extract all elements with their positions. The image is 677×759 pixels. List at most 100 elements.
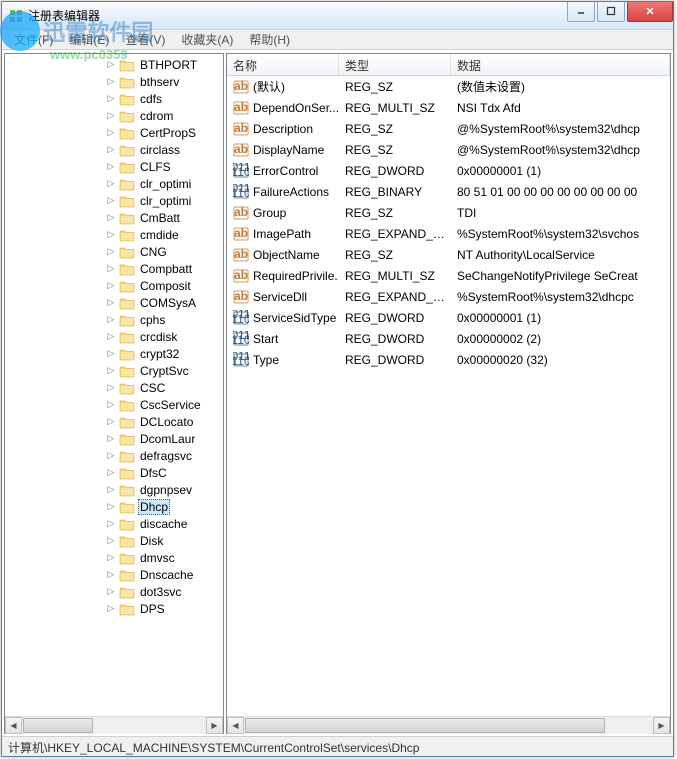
scroll-right-icon[interactable]: ▶ [653, 717, 670, 734]
list-row[interactable]: TypeREG_DWORD0x00000020 (32) [227, 349, 670, 370]
tree-item[interactable]: ▷crcdisk [5, 328, 223, 345]
expander-icon[interactable]: ▷ [105, 518, 117, 530]
column-name[interactable]: 名称 [227, 54, 339, 75]
list-row[interactable]: ServiceSidTypeREG_DWORD0x00000001 (1) [227, 307, 670, 328]
expander-icon[interactable]: ▷ [105, 246, 117, 258]
list-row[interactable]: (默认)REG_SZ(数值未设置) [227, 76, 670, 97]
tree-item[interactable]: ▷DPS [5, 600, 223, 617]
scroll-left-icon[interactable]: ◀ [5, 717, 22, 734]
expander-icon[interactable]: ▷ [105, 569, 117, 581]
list-body[interactable]: (默认)REG_SZ(数值未设置)DependOnSer...REG_MULTI… [227, 76, 670, 716]
tree-item[interactable]: ▷cmdide [5, 226, 223, 243]
close-button[interactable] [627, 2, 673, 22]
tree-item[interactable]: ▷clr_optimi [5, 175, 223, 192]
tree-item[interactable]: ▷CertPropS [5, 124, 223, 141]
expander-icon[interactable]: ▷ [105, 603, 117, 615]
expander-icon[interactable]: ▷ [105, 331, 117, 343]
menu-view[interactable]: 查看(V) [117, 29, 173, 50]
tree-item[interactable]: ▷dot3svc [5, 583, 223, 600]
scroll-thumb[interactable] [245, 718, 605, 733]
titlebar[interactable]: 注册表编辑器 [2, 2, 673, 30]
scroll-thumb[interactable] [23, 718, 93, 733]
tree-item[interactable]: ▷COMSysA [5, 294, 223, 311]
expander-icon[interactable]: ▷ [105, 229, 117, 241]
expander-icon[interactable]: ▷ [105, 161, 117, 173]
tree-item[interactable]: ▷Disk [5, 532, 223, 549]
tree-item[interactable]: ▷cphs [5, 311, 223, 328]
tree-item[interactable]: ▷CscService [5, 396, 223, 413]
tree-item[interactable]: ▷Dnscache [5, 566, 223, 583]
scroll-right-icon[interactable]: ▶ [206, 717, 223, 734]
expander-icon[interactable]: ▷ [105, 195, 117, 207]
expander-icon[interactable]: ▷ [105, 535, 117, 547]
tree-item[interactable]: ▷CLFS [5, 158, 223, 175]
tree-item[interactable]: ▷CNG [5, 243, 223, 260]
expander-icon[interactable]: ▷ [105, 110, 117, 122]
tree-item[interactable]: ▷circlass [5, 141, 223, 158]
tree-item[interactable]: ▷bthserv [5, 73, 223, 90]
tree-item[interactable]: ▷cdfs [5, 90, 223, 107]
list-row[interactable]: RequiredPrivile...REG_MULTI_SZSeChangeNo… [227, 265, 670, 286]
expander-icon[interactable]: ▷ [105, 280, 117, 292]
tree-item[interactable]: ▷CryptSvc [5, 362, 223, 379]
expander-icon[interactable]: ▷ [105, 450, 117, 462]
expander-icon[interactable]: ▷ [105, 399, 117, 411]
list-row[interactable]: StartREG_DWORD0x00000002 (2) [227, 328, 670, 349]
tree-content[interactable]: ▷BTHPORT▷bthserv▷cdfs▷cdrom▷CertPropS▷ci… [5, 54, 223, 716]
tree-item[interactable]: ▷dgpnpsev [5, 481, 223, 498]
scroll-left-icon[interactable]: ◀ [227, 717, 244, 734]
menu-file[interactable]: 文件(F) [6, 29, 61, 50]
tree-item[interactable]: ▷DfsC [5, 464, 223, 481]
expander-icon[interactable]: ▷ [105, 59, 117, 71]
expander-icon[interactable]: ▷ [105, 501, 117, 513]
list-row[interactable]: ErrorControlREG_DWORD0x00000001 (1) [227, 160, 670, 181]
expander-icon[interactable]: ▷ [105, 314, 117, 326]
tree-item[interactable]: ▷Composit [5, 277, 223, 294]
tree-item[interactable]: ▷dmvsc [5, 549, 223, 566]
tree-item[interactable]: ▷defragsvc [5, 447, 223, 464]
tree-item[interactable]: ▷DcomLaur [5, 430, 223, 447]
expander-icon[interactable]: ▷ [105, 144, 117, 156]
expander-icon[interactable]: ▷ [105, 467, 117, 479]
expander-icon[interactable]: ▷ [105, 365, 117, 377]
expander-icon[interactable]: ▷ [105, 552, 117, 564]
tree-item[interactable]: ▷Compbatt [5, 260, 223, 277]
list-row[interactable]: ServiceDllREG_EXPAND_SZ%SystemRoot%\syst… [227, 286, 670, 307]
list-row[interactable]: DisplayNameREG_SZ@%SystemRoot%\system32\… [227, 139, 670, 160]
expander-icon[interactable]: ▷ [105, 297, 117, 309]
tree-item[interactable]: ▷BTHPORT [5, 56, 223, 73]
tree-item[interactable]: ▷Dhcp [5, 498, 223, 515]
column-type[interactable]: 类型 [339, 54, 451, 75]
tree-item[interactable]: ▷DCLocato [5, 413, 223, 430]
tree-item[interactable]: ▷CmBatt [5, 209, 223, 226]
tree-item[interactable]: ▷cdrom [5, 107, 223, 124]
expander-icon[interactable]: ▷ [105, 586, 117, 598]
expander-icon[interactable]: ▷ [105, 263, 117, 275]
tree-item[interactable]: ▷crypt32 [5, 345, 223, 362]
expander-icon[interactable]: ▷ [105, 484, 117, 496]
expander-icon[interactable]: ▷ [105, 382, 117, 394]
menu-favorites[interactable]: 收藏夹(A) [173, 29, 241, 50]
tree-item[interactable]: ▷CSC [5, 379, 223, 396]
list-row[interactable]: DependOnSer...REG_MULTI_SZNSI Tdx Afd [227, 97, 670, 118]
expander-icon[interactable]: ▷ [105, 416, 117, 428]
tree-item[interactable]: ▷clr_optimi [5, 192, 223, 209]
expander-icon[interactable]: ▷ [105, 348, 117, 360]
expander-icon[interactable]: ▷ [105, 433, 117, 445]
tree-hscrollbar[interactable]: ◀ ▶ [5, 716, 223, 733]
minimize-button[interactable] [567, 2, 595, 22]
menu-help[interactable]: 帮助(H) [241, 29, 298, 50]
expander-icon[interactable]: ▷ [105, 178, 117, 190]
tree-item[interactable]: ▷discache [5, 515, 223, 532]
list-hscrollbar[interactable]: ◀ ▶ [227, 716, 670, 733]
menu-edit[interactable]: 编辑(E) [61, 29, 117, 50]
expander-icon[interactable]: ▷ [105, 212, 117, 224]
expander-icon[interactable]: ▷ [105, 76, 117, 88]
expander-icon[interactable]: ▷ [105, 127, 117, 139]
list-row[interactable]: GroupREG_SZTDI [227, 202, 670, 223]
expander-icon[interactable]: ▷ [105, 93, 117, 105]
list-row[interactable]: ObjectNameREG_SZNT Authority\LocalServic… [227, 244, 670, 265]
list-row[interactable]: ImagePathREG_EXPAND_SZ%SystemRoot%\syste… [227, 223, 670, 244]
maximize-button[interactable] [597, 2, 625, 22]
column-data[interactable]: 数据 [451, 54, 670, 75]
